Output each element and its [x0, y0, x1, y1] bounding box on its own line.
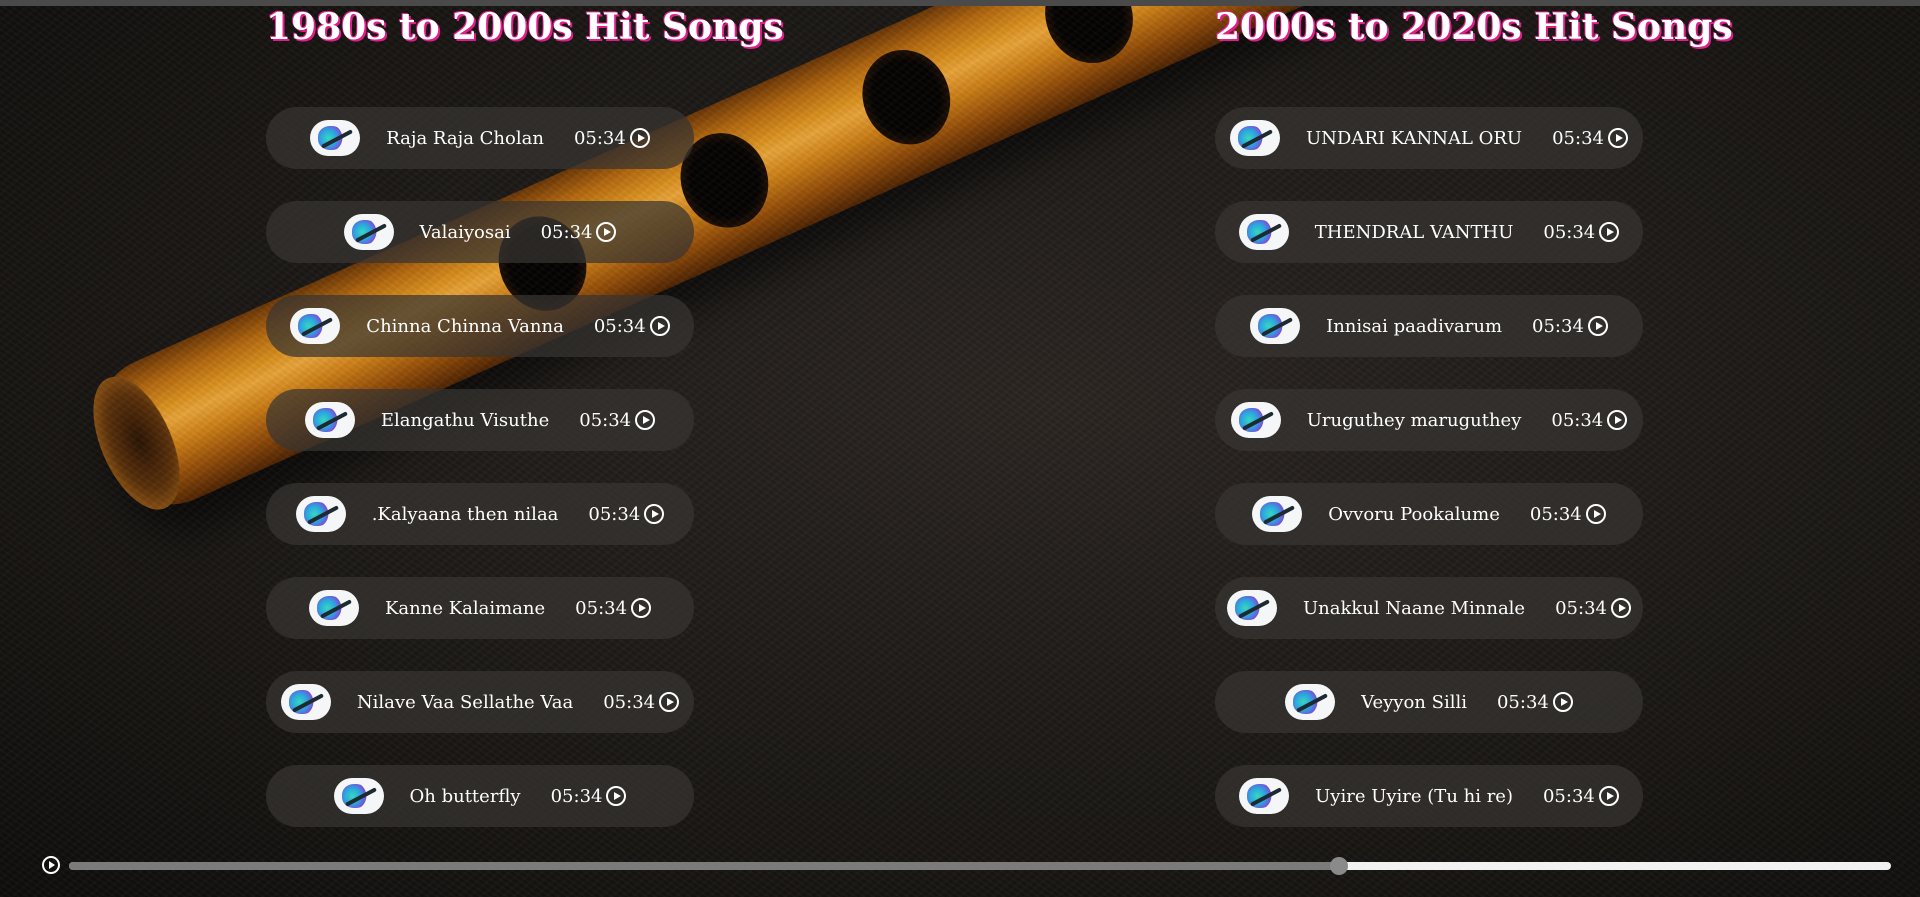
song-item[interactable]: Ovvoru Pookalume 05:34 [1215, 483, 1643, 545]
play-icon[interactable] [629, 128, 650, 148]
song-item[interactable]: .Kalyaana then nilaa 05:34 [266, 483, 694, 545]
songs-page: 1980s to 2000s Hit Songs 2000s to 2020s … [0, 0, 1920, 897]
flute-thumbnail-icon [333, 778, 384, 814]
song-item[interactable]: Oh butterfly 05:34 [266, 765, 694, 827]
play-icon[interactable] [649, 316, 670, 336]
song-item[interactable]: Innisai paadivarum 05:34 [1215, 295, 1643, 357]
song-title: Unakkul Naane Minnale [1303, 597, 1526, 619]
flute-thumbnail-icon [1250, 308, 1301, 344]
play-icon[interactable] [1585, 504, 1606, 524]
song-duration: 05:34 [1551, 409, 1604, 431]
song-title: THENDRAL VANTHU [1314, 221, 1514, 243]
play-icon[interactable] [1607, 128, 1628, 148]
song-item[interactable]: Elangathu Visuthe 05:34 [266, 389, 694, 451]
song-duration: 05:34 [588, 503, 641, 525]
song-item[interactable]: Veyyon Silli 05:34 [1215, 671, 1643, 733]
song-title: Kanne Kalaimane [384, 597, 546, 619]
song-title: Uyire Uyire (Tu hi re) [1315, 785, 1513, 807]
song-duration: 05:34 [550, 785, 603, 807]
song-duration: 05:34 [573, 127, 626, 149]
song-item[interactable]: Nilave Vaa Sellathe Vaa 05:34 [266, 671, 694, 733]
play-icon[interactable] [631, 598, 652, 618]
flute-thumbnail-icon [1227, 590, 1278, 626]
song-duration: 05:34 [593, 315, 646, 337]
flute-thumbnail-icon [280, 684, 331, 720]
right-column-title: 2000s to 2020s Hit Songs [1215, 6, 1733, 48]
flute-thumbnail-icon [1239, 778, 1290, 814]
flute-thumbnail-icon [343, 214, 394, 250]
flute-thumbnail-icon [1230, 402, 1281, 438]
song-item[interactable]: UNDARI KANNAL ORU 05:34 [1215, 107, 1643, 169]
song-duration: 05:34 [540, 221, 593, 243]
song-title: Veyyon Silli [1361, 691, 1467, 713]
progress-slider[interactable] [69, 857, 1891, 875]
song-title: Oh butterfly [409, 785, 521, 807]
song-duration: 05:34 [1555, 597, 1607, 619]
flute-thumbnail-icon [1238, 214, 1289, 250]
song-item[interactable]: Valaiyosai 05:34 [266, 201, 694, 263]
flute-thumbnail-icon [1230, 120, 1280, 156]
song-duration: 05:34 [1532, 315, 1584, 337]
song-title: Raja Raja Cholan [386, 127, 544, 149]
song-title: Innisai paadivarum [1326, 315, 1503, 337]
play-icon[interactable] [596, 222, 617, 242]
flute-thumbnail-icon [1252, 496, 1303, 532]
song-duration: 05:34 [1552, 127, 1604, 149]
song-title: Chinna Chinna Vanna [366, 315, 564, 337]
play-icon[interactable] [42, 856, 60, 874]
left-song-list: Raja Raja Cholan 05:34 Valaiyosai 05:34 Chin… [266, 107, 694, 859]
right-song-list: UNDARI KANNAL ORU 05:34 THENDRAL VANTHU 05:… [1215, 107, 1643, 859]
song-item[interactable]: Raja Raja Cholan 05:34 [266, 107, 694, 169]
flute-thumbnail-icon [304, 402, 355, 438]
song-duration: 05:34 [1542, 785, 1595, 807]
left-column-title: 1980s to 2000s Hit Songs [266, 6, 784, 48]
play-icon[interactable] [644, 504, 665, 524]
slider-knob[interactable] [1329, 857, 1348, 875]
song-duration: 05:34 [579, 409, 632, 431]
song-duration: 05:34 [1529, 503, 1582, 525]
top-border [0, 0, 1920, 6]
song-title: Valaiyosai [419, 221, 511, 243]
play-icon[interactable] [1598, 786, 1619, 806]
song-item[interactable]: Unakkul Naane Minnale 05:34 [1215, 577, 1643, 639]
song-title: Nilave Vaa Sellathe Vaa [356, 691, 574, 713]
song-title: Ovvoru Pookalume [1328, 503, 1500, 525]
song-title: Elangathu Visuthe [380, 409, 550, 431]
song-title: UNDARI KANNAL ORU [1306, 127, 1523, 149]
flute-thumbnail-icon [295, 496, 346, 532]
song-title: Uruguthey maruguthey [1306, 409, 1522, 431]
song-duration: 05:34 [575, 597, 628, 619]
song-duration: 05:34 [1543, 221, 1596, 243]
flute-thumbnail-icon [290, 308, 341, 344]
audio-player [0, 855, 1920, 879]
play-icon[interactable] [606, 786, 627, 806]
progress-fill [69, 862, 1339, 870]
song-duration: 05:34 [603, 691, 656, 713]
song-item[interactable]: THENDRAL VANTHU 05:34 [1215, 201, 1643, 263]
play-icon[interactable] [1552, 692, 1573, 712]
song-title: .Kalyaana then nilaa [371, 503, 559, 525]
play-icon[interactable] [1610, 598, 1631, 618]
play-icon[interactable] [659, 692, 680, 712]
song-item[interactable]: Chinna Chinna Vanna 05:34 [266, 295, 694, 357]
play-icon[interactable] [1587, 316, 1608, 336]
flute-thumbnail-icon [308, 590, 359, 626]
play-icon[interactable] [635, 410, 656, 430]
flute-thumbnail-icon [1285, 684, 1336, 720]
play-icon[interactable] [1607, 410, 1628, 430]
song-item[interactable]: Kanne Kalaimane 05:34 [266, 577, 694, 639]
play-icon[interactable] [1599, 222, 1620, 242]
song-item[interactable]: Uyire Uyire (Tu hi re) 05:34 [1215, 765, 1643, 827]
flute-thumbnail-icon [310, 120, 361, 156]
song-duration: 05:34 [1496, 691, 1549, 713]
song-item[interactable]: Uruguthey maruguthey 05:34 [1215, 389, 1643, 451]
